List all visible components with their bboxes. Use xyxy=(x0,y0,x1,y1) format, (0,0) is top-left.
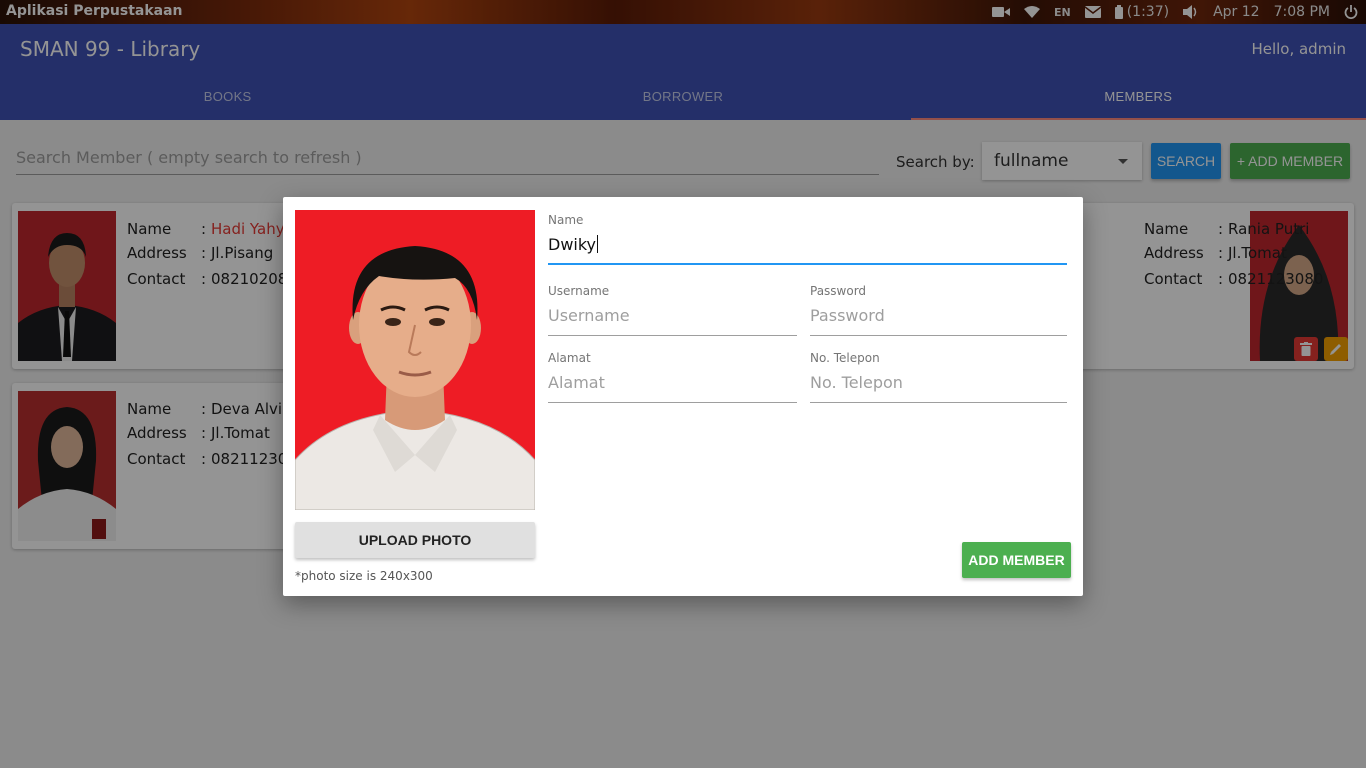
text-cursor xyxy=(597,235,599,253)
alamat-field: Alamat Alamat xyxy=(548,351,797,403)
password-field-label: Password xyxy=(810,284,867,298)
name-field-label: Name xyxy=(548,213,584,227)
phone-field-label: No. Telepon xyxy=(810,351,880,365)
name-field: Name Dwiky xyxy=(548,213,1067,265)
upload-photo-button[interactable]: UPLOAD PHOTO xyxy=(295,522,535,558)
alamat-field-label: Alamat xyxy=(548,351,591,365)
username-input[interactable]: Username xyxy=(548,304,797,336)
photo-preview xyxy=(295,210,535,510)
phone-field: No. Telepon No. Telepon xyxy=(810,351,1067,403)
alamat-input[interactable]: Alamat xyxy=(548,371,797,403)
name-input-value: Dwiky xyxy=(548,235,597,254)
submit-add-member-button[interactable]: ADD MEMBER xyxy=(962,542,1071,578)
username-field-label: Username xyxy=(548,284,610,298)
photo-size-note: *photo size is 240x300 xyxy=(295,569,433,583)
phone-input[interactable]: No. Telepon xyxy=(810,371,1067,403)
password-field: Password Password xyxy=(810,284,1067,336)
username-field: Username Username xyxy=(548,284,797,336)
name-input[interactable]: Dwiky xyxy=(548,233,1067,265)
password-input[interactable]: Password xyxy=(810,304,1067,336)
add-member-modal: UPLOAD PHOTO *photo size is 240x300 Name… xyxy=(283,197,1083,596)
